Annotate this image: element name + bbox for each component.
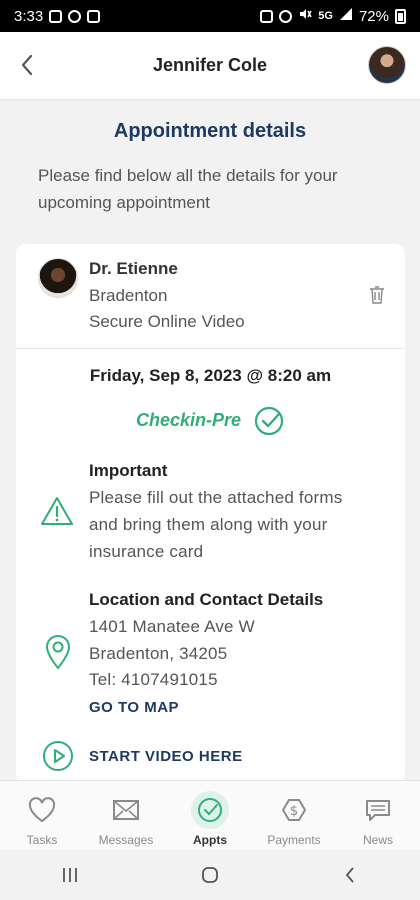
nav-appts-label: Appts (193, 833, 227, 847)
nfc-icon (260, 9, 274, 23)
nav-messages[interactable]: Messages (84, 781, 168, 850)
clock-check-icon (254, 406, 284, 436)
battery-level: 72% (358, 7, 389, 25)
heart-icon (28, 797, 56, 823)
checkin-status-row: Checkin-Pre (16, 404, 405, 436)
chevron-left-icon (21, 54, 33, 76)
nav-payments[interactable]: $ Payments (252, 781, 336, 850)
status-right: 5G 72% (260, 7, 406, 25)
location-pin-icon (45, 635, 71, 670)
dollar-icon: $ (281, 799, 307, 821)
header-title: Jennifer Cole (152, 55, 268, 75)
battery-icon (395, 8, 406, 24)
trash-icon (370, 286, 384, 304)
envelope-icon (113, 800, 139, 820)
signal-icon (339, 7, 353, 25)
appointment-datetime: Friday, Sep 8, 2023 @ 8:20 am (89, 366, 332, 385)
youtube-notification-icon (49, 9, 63, 23)
address-line-1: 1401 Manatee Ave W (89, 617, 255, 636)
back-arrow-icon (345, 867, 354, 883)
network-type: 5G (318, 10, 333, 22)
nav-tasks-label: Tasks (26, 833, 58, 847)
phone-number: Tel: 4107491015 (89, 670, 218, 689)
nav-payments-label: Payments (267, 833, 321, 847)
important-line-1: Please fill out the attached forms (89, 488, 343, 507)
home-button[interactable] (190, 855, 230, 895)
nav-messages-label: Messages (98, 833, 154, 847)
system-navigation (0, 850, 420, 900)
alarm-icon (279, 9, 293, 23)
nav-tasks-icon-wrap (23, 791, 61, 829)
warning-icon (41, 497, 73, 525)
doctor-avatar (38, 258, 78, 298)
mute-icon (298, 7, 312, 25)
system-back-button[interactable] (330, 855, 370, 895)
delete-appointment-button[interactable] (369, 286, 385, 304)
recent-apps-icon (63, 868, 77, 882)
visit-type: Secure Online Video (89, 312, 245, 331)
user-avatar[interactable] (368, 46, 406, 84)
svg-text:$: $ (290, 804, 298, 819)
sync-notification-icon (68, 9, 82, 23)
nav-news[interactable]: News (336, 781, 420, 850)
doctor-name: Dr. Etienne (89, 259, 178, 278)
nav-tasks[interactable]: Tasks (0, 781, 84, 850)
appointment-card: Dr. Etienne Bradenton Secure Online Vide… (16, 244, 405, 784)
status-time: 3:33 (14, 7, 44, 25)
page-description: Please find below all the details for yo… (38, 166, 338, 212)
doctor-city: Bradenton (89, 286, 168, 305)
recent-apps-button[interactable] (50, 855, 90, 895)
gallery-notification-icon (87, 9, 101, 23)
bottom-navigation: Tasks Messages Appts $ Payments News (0, 780, 420, 850)
app-header: Jennifer Cole (0, 32, 420, 100)
nav-messages-icon-wrap (107, 791, 145, 829)
nav-payments-icon-wrap: $ (275, 791, 313, 829)
location-title: Location and Contact Details (89, 590, 324, 609)
status-left: 3:33 (14, 7, 101, 25)
newspaper-icon (366, 800, 390, 821)
nav-news-icon-wrap (359, 791, 397, 829)
start-video-link[interactable]: START VIDEO HERE (89, 748, 243, 765)
checkin-status: Checkin-Pre (135, 409, 242, 430)
important-line-2: and bring them along with your (89, 515, 328, 534)
clock-check-icon (198, 798, 222, 822)
play-circle-icon[interactable] (42, 740, 74, 772)
important-title: Important (89, 461, 168, 480)
home-icon (202, 867, 218, 883)
back-button[interactable] (14, 52, 40, 78)
page-title: Appointment details (113, 120, 307, 142)
address-line-2: Bradenton, 34205 (89, 644, 228, 663)
nav-news-label: News (362, 833, 393, 847)
card-divider (16, 348, 405, 349)
important-line-3: insurance card (89, 542, 204, 561)
nav-appts[interactable]: Appts (168, 781, 252, 850)
go-to-map-link[interactable]: GO TO MAP (89, 699, 179, 716)
nav-appts-icon-wrap (191, 791, 229, 829)
status-bar: 3:33 5G 72% (0, 0, 420, 32)
